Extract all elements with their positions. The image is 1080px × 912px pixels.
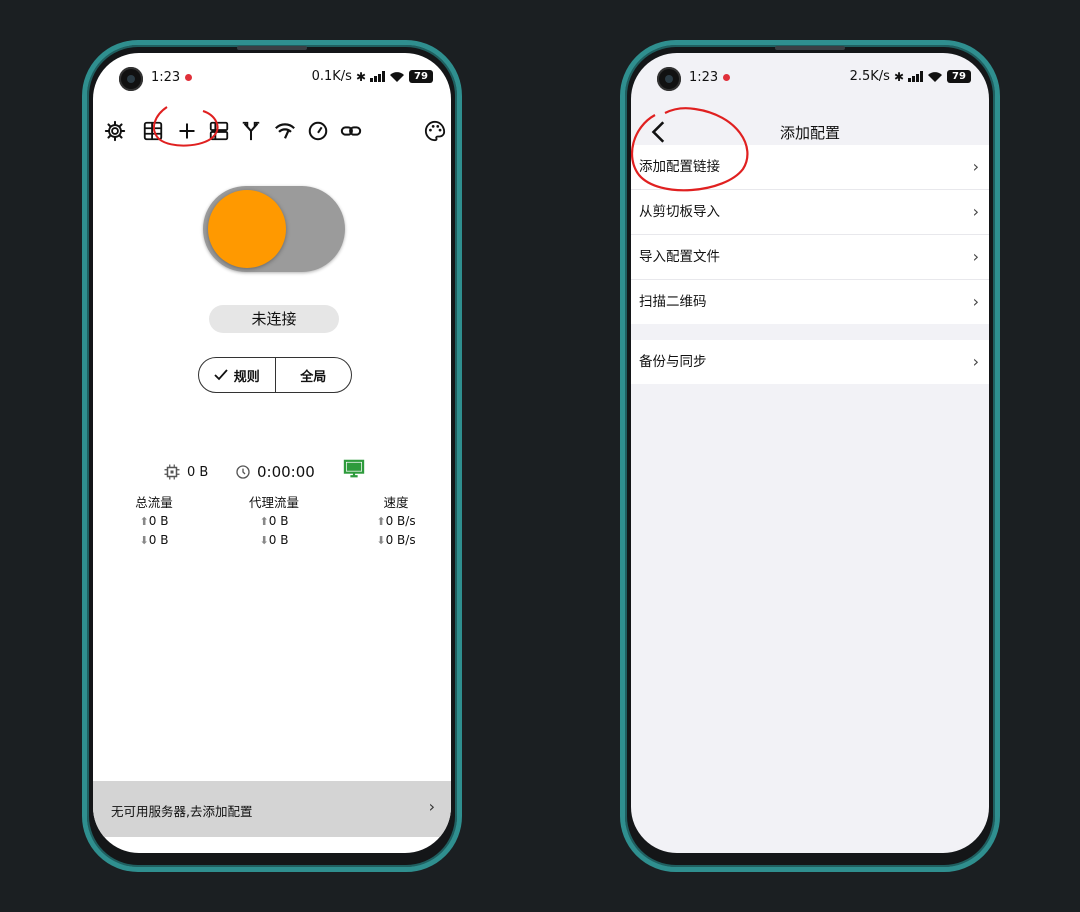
speaker-grille [775,46,845,50]
status-bar: 1:23 2.5K/s ✱ 79 [631,53,989,97]
chevron-right-icon: › [972,247,979,266]
monitor-icon[interactable] [343,459,365,479]
status-time: 1:23 [689,70,719,85]
wifi-icon [390,71,404,82]
phone-right: 1:23 2.5K/s ✱ 79 添加配置 添加配置链接 › 从剪切板导入 › … [620,40,1000,872]
upload-icon: ⬆ [376,515,386,528]
memory-stat: 0 B [163,463,208,481]
menu-item-label: 从剪切板导入 [639,204,720,220]
chevron-right-icon: › [972,157,979,176]
connection-status: 未连接 [209,305,339,333]
speed-down: 0 B/s [385,533,416,547]
clock-icon [236,465,250,479]
cell-signal-icon [370,71,385,82]
status-time: 1:23 [151,70,181,85]
menu-item-clipboard[interactable]: 从剪切板导入 › [631,190,989,235]
speed-title: 速度 [383,495,409,510]
chevron-right-icon: › [972,352,979,371]
chevron-right-icon: › [972,292,979,311]
download-icon: ⬇ [376,534,386,547]
memory-value: 0 B [187,464,209,480]
cell-signal-icon [908,71,923,82]
total-down: 0 B [148,533,169,547]
menu-item-backup-sync[interactable]: 备份与同步 › [631,340,989,384]
network-speed: 0.1K/s [311,69,352,84]
proxy-down: 0 B [268,533,289,547]
chevron-right-icon: › [428,797,435,816]
menu-group-backup: 备份与同步 › [631,340,989,384]
bluetooth-icon: ✱ [893,69,904,84]
recording-indicator-icon [185,74,192,81]
toggle-knob[interactable] [208,190,286,268]
mode-selector: 规则 全局 [198,357,352,393]
no-server-banner[interactable]: 无可用服务器,去添加配置 › [93,781,451,837]
total-up: 0 B [148,514,169,528]
phone-left: 1:23 0.1K/s ✱ 79 未连接 规则 全局 0 B 0:00:00 总… [82,40,462,872]
wifi-icon [928,71,942,82]
menu-group-import: 添加配置链接 › 从剪切板导入 › 导入配置文件 › 扫描二维码 › [631,145,989,324]
duration-stat: 0:00:00 [235,463,315,481]
speed-up: 0 B/s [385,514,416,528]
proxy-traffic: 代理流量 ⬆0 B ⬇0 B [229,493,319,550]
mode-global-button[interactable]: 全局 [274,358,352,392]
bluetooth-icon: ✱ [355,69,366,84]
mode-global-label: 全局 [300,369,327,385]
connect-toggle[interactable] [203,186,345,272]
speedometer-icon[interactable] [306,119,330,143]
toolbar [93,113,451,149]
proxy-traffic-title: 代理流量 [248,495,299,510]
proxy-up: 0 B [268,514,289,528]
front-camera [657,67,681,91]
plus-icon[interactable] [175,119,199,143]
link-icon[interactable] [339,119,363,143]
menu-item-add-link[interactable]: 添加配置链接 › [631,145,989,190]
screen-add-config: 1:23 2.5K/s ✱ 79 添加配置 添加配置链接 › 从剪切板导入 › … [631,53,989,853]
stats-summary: 0 B 0:00:00 [93,459,451,487]
duration-value: 0:00:00 [257,463,315,481]
signal-icon[interactable] [273,119,297,143]
menu-item-label: 备份与同步 [639,354,707,370]
chip-icon [164,464,180,480]
battery-indicator: 79 [409,70,433,83]
network-speed: 2.5K/s [849,69,890,84]
servers-icon[interactable] [207,119,231,143]
mode-rule-label: 规则 [233,369,260,385]
mode-rule-button[interactable]: 规则 [199,358,275,392]
list-icon[interactable] [141,119,165,143]
recording-indicator-icon [723,74,730,81]
menu-item-label: 导入配置文件 [639,249,720,265]
front-camera [119,67,143,91]
download-icon: ⬇ [259,534,269,547]
speaker-grille [237,46,307,50]
download-icon: ⬇ [139,534,149,547]
menu-item-label: 添加配置链接 [639,159,720,175]
gear-icon[interactable] [103,119,127,143]
menu-item-scan-qr[interactable]: 扫描二维码 › [631,280,989,324]
fork-icon[interactable] [239,119,263,143]
no-server-text: 无可用服务器,去添加配置 [111,804,253,819]
speed-stats: 速度 ⬆0 B/s ⬇0 B/s [351,493,441,550]
palette-icon[interactable] [423,119,447,143]
battery-indicator: 79 [947,70,971,83]
menu-item-label: 扫描二维码 [639,294,707,310]
total-traffic-title: 总流量 [135,495,173,510]
menu-item-import-file[interactable]: 导入配置文件 › [631,235,989,280]
upload-icon: ⬆ [259,515,269,528]
upload-icon: ⬆ [139,515,149,528]
screen-home: 1:23 0.1K/s ✱ 79 未连接 规则 全局 0 B 0:00:00 总… [93,53,451,853]
status-bar: 1:23 0.1K/s ✱ 79 [93,53,451,97]
total-traffic: 总流量 ⬆0 B ⬇0 B [109,493,199,550]
chevron-right-icon: › [972,202,979,221]
check-icon [214,369,228,381]
